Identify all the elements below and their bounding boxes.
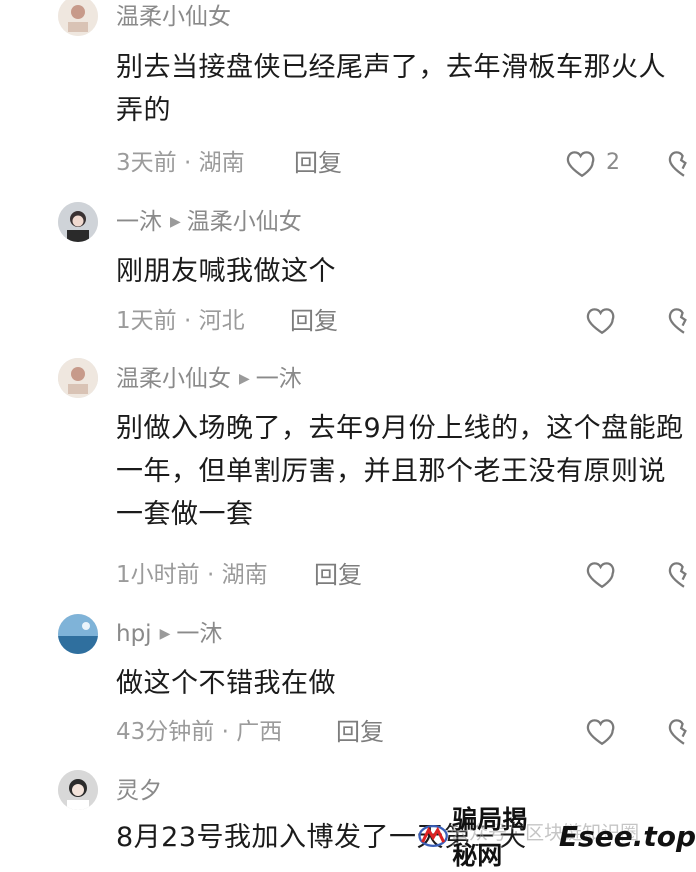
comment-text: 刚朋友喊我做这个 [116,256,336,287]
author-name[interactable]: 温柔小仙女 [116,4,231,30]
reply-arrow-icon: ▶ [170,214,181,230]
comment-info: 3天前 · 湖南 [116,150,245,176]
reply-button[interactable]: 回复 [314,560,362,590]
author-name[interactable]: hpj [116,621,152,647]
comment-text: 做这个不错我在做 [116,668,336,699]
author-line: hpj ▶ 一沐 [116,619,222,649]
reply-to-name[interactable]: 一沐 [176,621,222,647]
reply-arrow-icon: ▶ [239,371,250,387]
heart-icon[interactable] [584,557,620,591]
reply-button[interactable]: 回复 [294,148,342,178]
reply-button[interactable]: 回复 [336,717,384,747]
avatar[interactable] [58,770,98,810]
author-name[interactable]: 一沐 [116,209,162,235]
like-count: 2 [606,150,620,175]
avatar[interactable] [58,0,98,36]
author-line: 温柔小仙女 ▶ 一沐 [116,364,302,394]
brand-logo-icon [418,825,448,847]
author-line: 一沐 ▶ 温柔小仙女 [116,207,302,237]
reply-to-name[interactable]: 一沐 [256,366,302,392]
comment-text: 别做入场晚了，去年9月份上线的，这个盘能跑一年，但单割厉害，并且那个老王没有原则… [116,413,684,530]
avatar[interactable] [58,614,98,654]
comment-info: 1天前 · 河北 [116,308,245,334]
heart-icon[interactable] [564,146,600,180]
broken-heart-icon[interactable] [666,146,696,180]
author-name[interactable]: 温柔小仙女 [116,366,231,392]
author-line: 灵夕 [116,776,162,806]
broken-heart-icon[interactable] [666,557,696,591]
heart-icon[interactable] [584,303,620,337]
broken-heart-icon[interactable] [666,714,696,748]
reply-button[interactable]: 回复 [290,306,338,336]
comment-info: 43分钟前 · 广西 [116,719,283,745]
broken-heart-icon[interactable] [666,303,696,337]
reply-to-name[interactable]: 温柔小仙女 [187,209,302,235]
avatar[interactable] [58,202,98,242]
comment-info: 1小时前 · 湖南 [116,562,268,588]
author-name[interactable]: 灵夕 [116,778,162,804]
heart-icon[interactable] [584,714,620,748]
brand-site: Esee.top [558,819,696,853]
author-line: 温柔小仙女 [116,2,231,32]
reply-arrow-icon: ▶ [159,626,171,642]
comment-text: 别去当接盘侠已经尾声了，去年滑板车那火人弄的 [116,52,666,126]
avatar[interactable] [58,358,98,398]
watermark-brand: 骗局揭秘网 Esee.top [418,805,696,870]
brand-name: 骗局揭秘网 [452,805,528,870]
